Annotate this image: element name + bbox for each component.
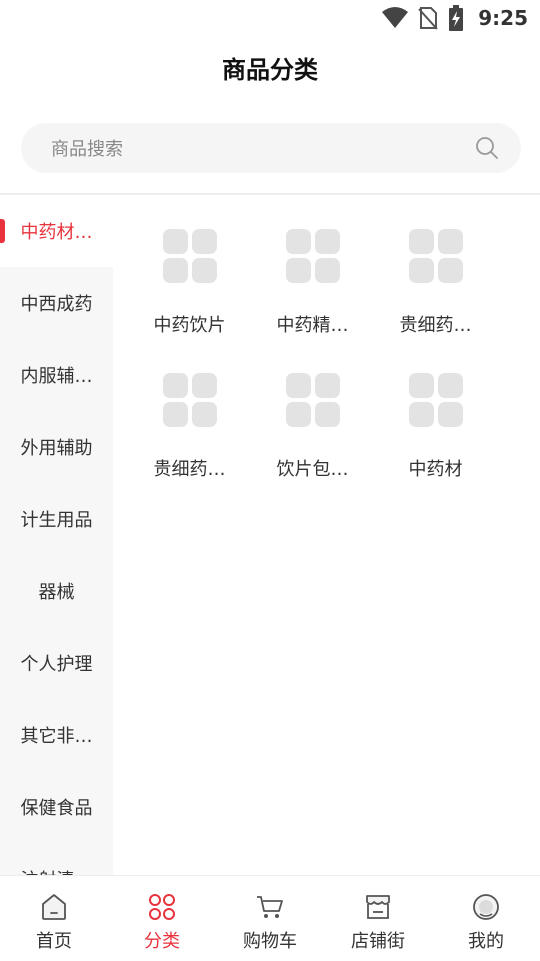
- sidebar-item-label: 其它非…: [20, 726, 93, 747]
- profile-icon: [473, 894, 499, 920]
- sidebar-item-oral-aids[interactable]: 内服辅…: [0, 339, 113, 411]
- subcategory-item[interactable]: 中药材: [374, 369, 497, 491]
- category-icon: [149, 894, 175, 920]
- placeholder-grid-icon: [162, 229, 217, 283]
- store-icon: [366, 895, 390, 919]
- sidebar-item-label: 注射清…: [21, 866, 93, 875]
- sidebar-item-label: 外用辅助: [20, 438, 93, 459]
- sidebar-item-patent-medicine[interactable]: 中西成药: [0, 267, 113, 339]
- search-input[interactable]: [49, 123, 453, 175]
- sidebar-item-chinese-herbs[interactable]: 中药材…: [0, 195, 113, 267]
- tab-label: 分类: [144, 931, 180, 952]
- cart-icon: [257, 896, 283, 918]
- sidebar-item-label: 保健食品: [20, 798, 93, 819]
- placeholder-grid-icon: [285, 373, 340, 427]
- sidebar-item-family-planning[interactable]: 计生用品: [0, 483, 113, 555]
- tab-label: 购物车: [243, 931, 297, 952]
- battery-charging-icon: [449, 5, 464, 31]
- search-bar[interactable]: [21, 123, 521, 175]
- subcategory-item[interactable]: 中药饮片: [128, 225, 251, 347]
- search-icon[interactable]: [475, 136, 499, 160]
- no-sim-icon: [418, 7, 438, 30]
- status-icons: 9:25: [382, 5, 528, 31]
- status-time: 9:25: [478, 6, 528, 30]
- sidebar-item-label: 个人护理: [20, 654, 93, 675]
- subcategory-label: 中药精…: [276, 315, 349, 336]
- home-icon: [42, 894, 66, 920]
- sidebar-item-label: 计生用品: [20, 510, 93, 531]
- tab-store-street[interactable]: 店铺街: [324, 876, 432, 961]
- sidebar-item-personal-care[interactable]: 个人护理: [0, 627, 113, 699]
- subcategory-label: 中药材: [408, 459, 463, 480]
- sidebar-item-injection[interactable]: 注射清…: [0, 843, 113, 875]
- sidebar-item-external-aids[interactable]: 外用辅助: [0, 411, 113, 483]
- wifi-icon: [382, 7, 409, 28]
- sidebar-item-other[interactable]: 其它非…: [0, 699, 113, 771]
- sidebar-item-devices[interactable]: 器械: [0, 555, 113, 627]
- sidebar-item-label: 内服辅…: [20, 366, 93, 387]
- sidebar-item-label: 中西成药: [20, 294, 93, 315]
- status-bar: 9:25: [0, 0, 540, 36]
- sidebar-item-label: 器械: [38, 582, 75, 603]
- tab-home[interactable]: 首页: [0, 876, 108, 961]
- subcategory-item[interactable]: 贵细药…: [374, 225, 497, 347]
- sidebar-item-label: 中药材…: [20, 222, 93, 243]
- subcategory-item[interactable]: 饮片包…: [251, 369, 374, 491]
- tab-category[interactable]: 分类: [108, 876, 216, 961]
- subcategory-grid: 中药饮片 中药精… 贵细药… 贵细药… 饮片包… 中药材: [128, 225, 497, 491]
- subcategory-label: 中药饮片: [153, 315, 226, 336]
- sidebar-item-health-food[interactable]: 保健食品: [0, 771, 113, 843]
- tab-label: 我的: [468, 931, 504, 952]
- tab-label: 首页: [36, 931, 72, 952]
- subcategory-item[interactable]: 贵细药…: [128, 369, 251, 491]
- tab-label: 店铺街: [351, 931, 405, 952]
- subcategory-label: 贵细药…: [399, 315, 472, 336]
- tab-profile[interactable]: 我的: [432, 876, 540, 961]
- subcategory-panel: 中药饮片 中药精… 贵细药… 贵细药… 饮片包… 中药材: [113, 195, 540, 875]
- placeholder-grid-icon: [285, 229, 340, 283]
- placeholder-grid-icon: [408, 229, 463, 283]
- subcategory-item[interactable]: 中药精…: [251, 225, 374, 347]
- bottom-tab-bar: 首页 分类 购物车 店铺街 我的: [0, 875, 540, 961]
- page-title: 商品分类: [222, 56, 318, 84]
- subcategory-label: 贵细药…: [153, 459, 226, 480]
- subcategory-label: 饮片包…: [276, 459, 349, 480]
- tab-cart[interactable]: 购物车: [216, 876, 324, 961]
- placeholder-grid-icon: [162, 373, 217, 427]
- category-sidebar[interactable]: 中药材… 中西成药 内服辅… 外用辅助 计生用品 器械 个人护理 其它非… 保健…: [0, 195, 113, 875]
- placeholder-grid-icon: [408, 373, 463, 427]
